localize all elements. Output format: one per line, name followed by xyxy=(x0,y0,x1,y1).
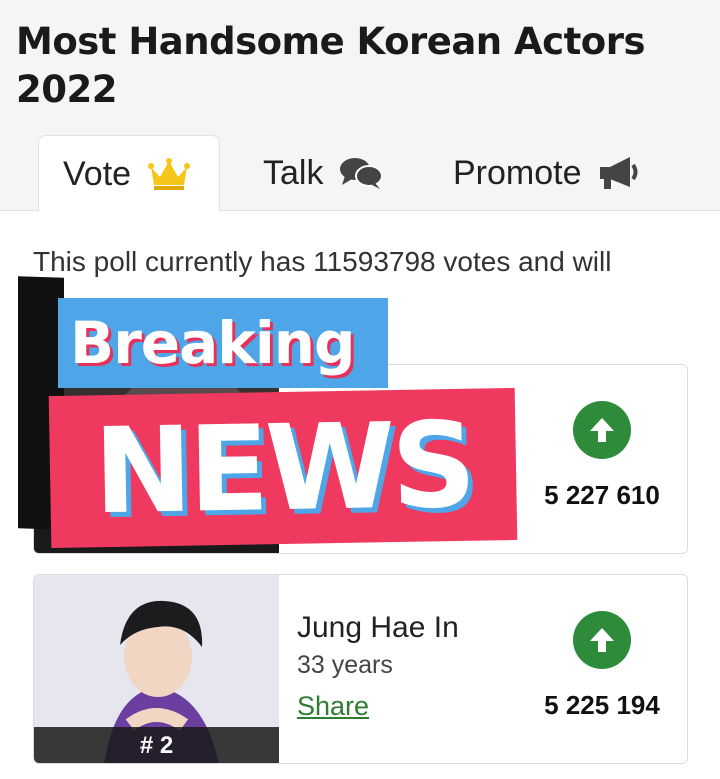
rank-badge: # 2 xyxy=(34,727,279,763)
upvote-button[interactable] xyxy=(573,611,631,669)
rank-badge: # 1 xyxy=(34,517,279,553)
page-title: Most Handsome Korean Actors 2022 xyxy=(16,20,645,111)
actor-photo: # 2 xyxy=(34,575,279,763)
tab-vote-label: Vote xyxy=(63,154,132,193)
tab-vote[interactable]: Vote xyxy=(38,135,220,212)
upvote-button[interactable] xyxy=(573,401,631,459)
tab-bar: Vote Talk Promote xyxy=(0,135,720,212)
vote-count: 5 227 610 xyxy=(544,480,660,510)
tab-promote-label: Promote xyxy=(453,153,582,192)
tab-talk-label: Talk xyxy=(263,153,324,192)
share-link[interactable]: Share xyxy=(297,691,369,722)
actor-card: # 2 Jung Hae In 33 years Share 5 225 194 xyxy=(33,574,688,764)
vote-count: 5 225 194 xyxy=(544,690,660,720)
arrow-up-icon xyxy=(590,418,614,442)
chat-bubbles-icon xyxy=(340,158,384,189)
crown-icon xyxy=(148,158,191,190)
actor-photo: # 1 xyxy=(34,365,279,553)
actor-age: 33 years xyxy=(297,651,393,679)
tab-promote[interactable]: Promote xyxy=(453,135,640,211)
tab-talk[interactable]: Talk xyxy=(263,135,384,211)
actor-card: # 1 5 227 610 xyxy=(33,364,688,554)
arrow-up-icon xyxy=(590,628,614,652)
megaphone-icon xyxy=(599,157,637,189)
actor-name[interactable]: Jung Hae In xyxy=(297,611,459,645)
poll-info-text: This poll currently has 11593798 votes a… xyxy=(33,246,612,277)
